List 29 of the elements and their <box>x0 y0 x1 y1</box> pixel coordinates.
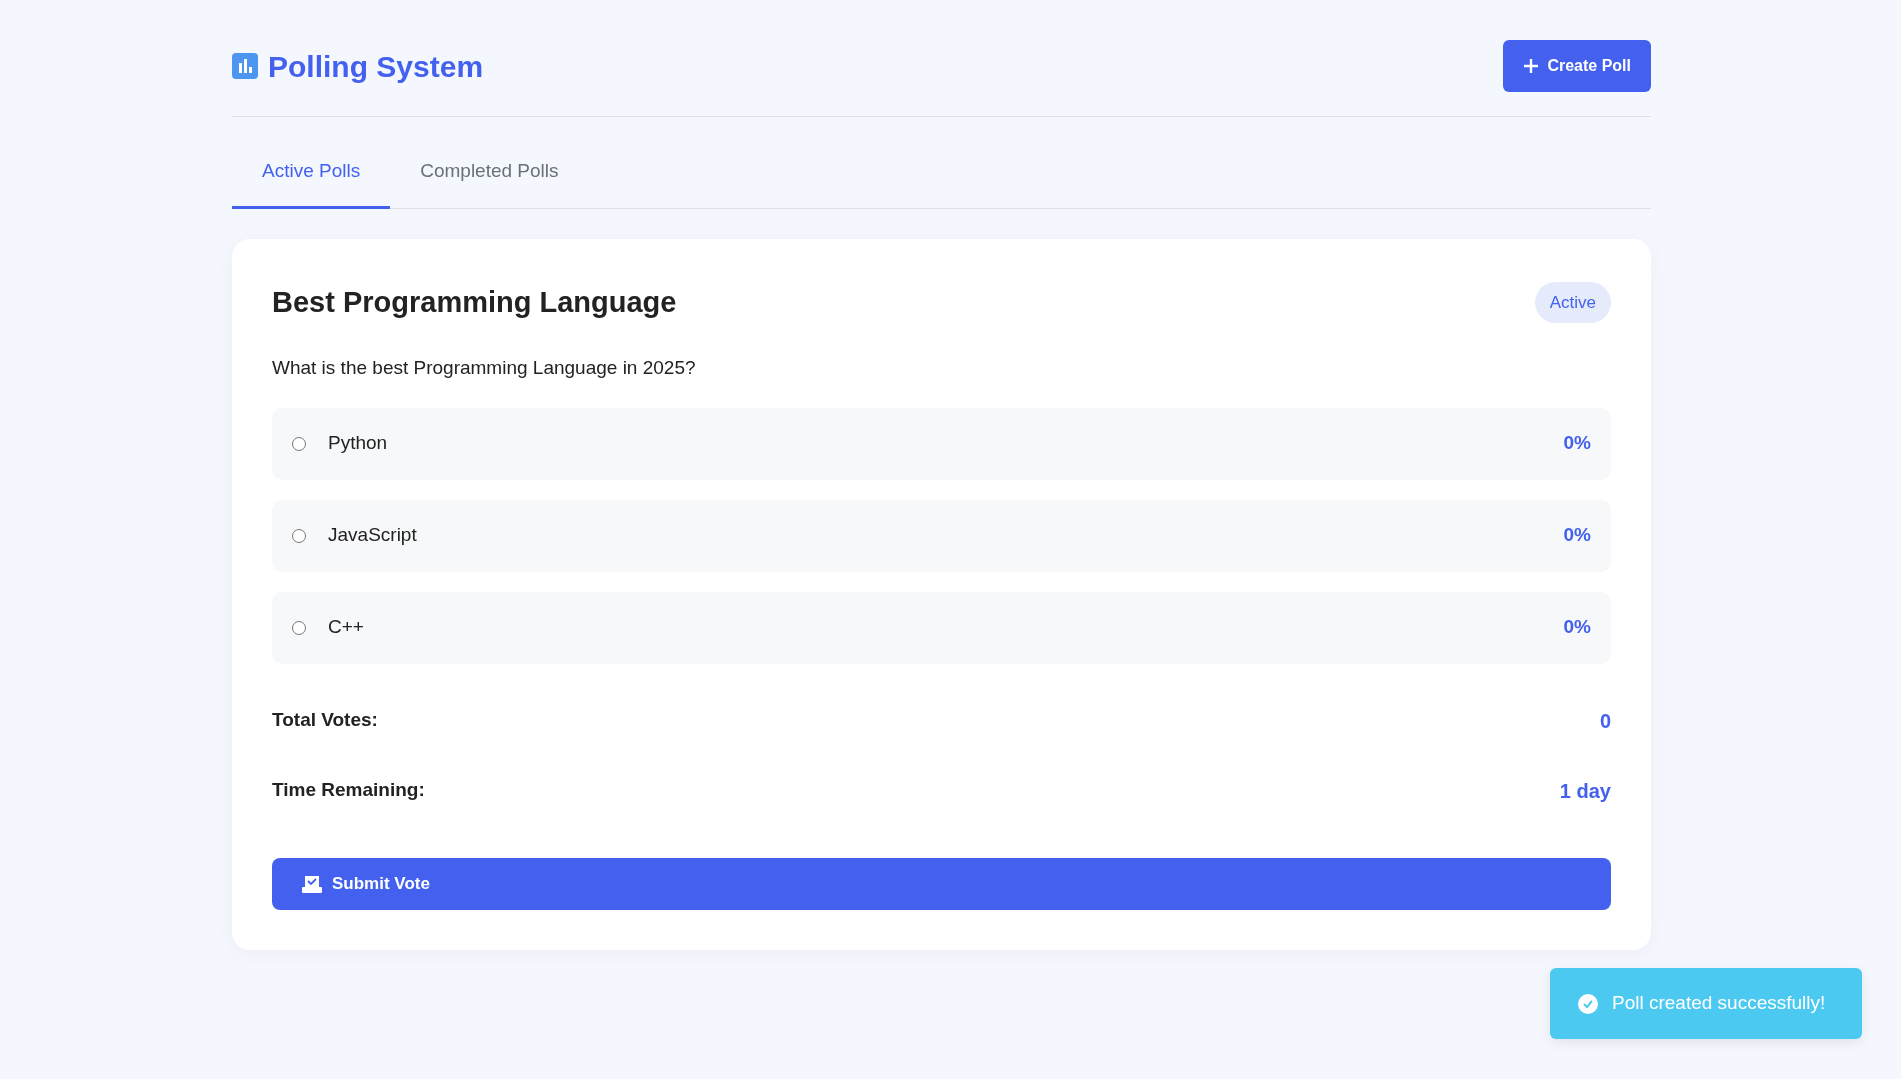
radio-button[interactable] <box>292 528 306 543</box>
plus-icon <box>1523 58 1540 74</box>
option-label: JavaScript <box>328 523 417 548</box>
ballot-box-icon <box>302 874 322 893</box>
app-title: Polling System <box>268 48 484 85</box>
radio-button[interactable] <box>292 436 306 451</box>
check-circle-icon <box>1578 993 1598 1014</box>
poll-title: Best Programming Language <box>272 284 677 320</box>
poll-option[interactable]: Python 0% <box>272 407 1611 480</box>
tab[interactable]: Completed Polls <box>390 157 589 209</box>
stat-value: 0 <box>1599 708 1611 734</box>
status-badge: Active <box>1534 281 1611 323</box>
radio-button[interactable] <box>292 620 306 635</box>
option-percent: 0% <box>1563 431 1591 456</box>
create-poll-button[interactable]: Create Poll <box>1503 40 1651 92</box>
poll-option[interactable]: C++ 0% <box>272 591 1611 664</box>
poll-question: What is the best Programming Language in 2025? <box>272 356 697 380</box>
option-label: C++ <box>328 615 364 640</box>
poll-option[interactable]: JavaScript 0% <box>272 499 1611 572</box>
bar-chart-icon <box>232 53 258 79</box>
option-label: Python <box>328 431 388 456</box>
tab[interactable]: Active Polls <box>232 157 391 209</box>
option-percent: 0% <box>1563 615 1591 640</box>
stat-value: 1 day <box>1559 778 1611 804</box>
submit-vote-button[interactable]: Submit Vote <box>272 857 1611 910</box>
stat-label: Time Remaining: <box>272 778 425 803</box>
stat-label: Total Votes: <box>272 708 378 733</box>
option-percent: 0% <box>1563 523 1591 548</box>
toast-message: Poll created successfully! <box>1612 991 1826 1016</box>
